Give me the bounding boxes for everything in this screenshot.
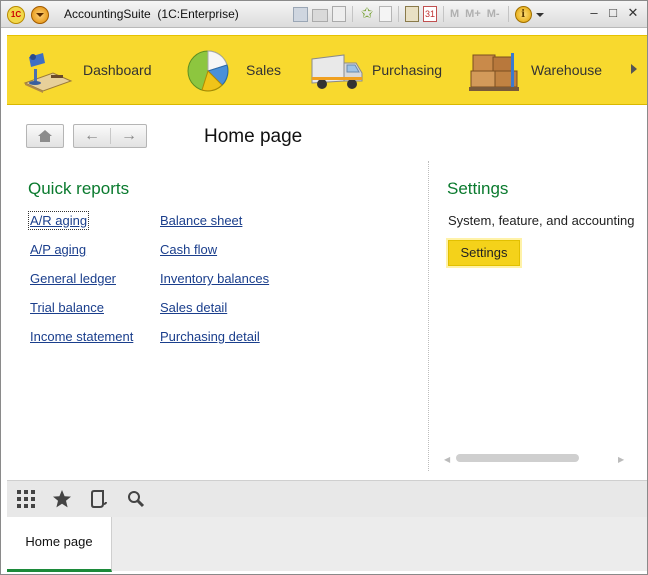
platform-name: (1C:Enterprise) xyxy=(157,7,239,21)
memory-m-minus-button[interactable]: M- xyxy=(487,6,500,22)
grid-menu-icon[interactable] xyxy=(16,489,36,509)
print-icon[interactable] xyxy=(312,9,328,22)
forward-arrow-icon[interactable]: → xyxy=(111,125,147,147)
window-title: AccountingSuite (1C:Enterprise) xyxy=(64,7,239,21)
section-sales[interactable]: Sales xyxy=(182,36,281,104)
panel-splitter[interactable] xyxy=(428,161,429,471)
settings-description: System, feature, and accounting xyxy=(448,213,635,228)
sales-pie-chart-icon xyxy=(182,47,238,93)
calendar-icon[interactable]: 31 xyxy=(423,6,437,22)
scroll-right-icon[interactable]: ▶ xyxy=(618,455,624,464)
open-windows-bar: Home page xyxy=(7,517,647,572)
memory-m-button[interactable]: M xyxy=(450,6,459,22)
main-menu-icon[interactable] xyxy=(31,6,49,24)
report-link[interactable]: Trial balance xyxy=(30,300,104,315)
minimize-button[interactable]: – xyxy=(586,5,602,21)
settings-title: Settings xyxy=(447,179,509,198)
home-icon xyxy=(38,130,52,142)
save-icon[interactable] xyxy=(293,6,308,22)
toolbar-separator xyxy=(352,6,353,22)
print-preview-icon[interactable] xyxy=(332,6,346,22)
toolbar-separator xyxy=(398,6,399,22)
favorites-star-icon[interactable]: ✩ xyxy=(359,6,375,22)
purchasing-truck-icon xyxy=(308,47,364,93)
report-link[interactable]: Balance sheet xyxy=(160,213,242,228)
maximize-button[interactable]: □ xyxy=(605,5,621,21)
section-purchasing[interactable]: Purchasing xyxy=(308,36,442,104)
report-link[interactable]: General ledger xyxy=(30,271,116,286)
report-link[interactable]: Inventory balances xyxy=(160,271,269,286)
report-link[interactable]: Purchasing detail xyxy=(160,329,260,344)
quick-reports-title: Quick reports xyxy=(28,179,130,198)
chevron-down-icon[interactable] xyxy=(535,6,544,22)
search-icon[interactable] xyxy=(126,489,146,509)
dashboard-icon xyxy=(19,47,75,93)
1c-logo-icon[interactable]: 1C xyxy=(7,6,25,24)
back-forward-group: ← → xyxy=(73,124,147,148)
title-toolbar: ✩ 31 M M+ M- i xyxy=(293,5,548,23)
home-button[interactable] xyxy=(26,124,64,148)
report-link[interactable]: A/R aging xyxy=(27,211,90,230)
app-name: AccountingSuite xyxy=(64,7,151,21)
warehouse-boxes-icon xyxy=(467,47,523,93)
toolbar-separator xyxy=(507,6,509,22)
report-link[interactable]: A/P aging xyxy=(30,242,86,257)
horizontal-scrollbar[interactable] xyxy=(456,454,579,462)
memory-m-plus-button[interactable]: M+ xyxy=(465,6,481,22)
section-label: Purchasing xyxy=(372,62,443,78)
page-title: Home page xyxy=(204,126,303,147)
open-window-tab-home[interactable]: Home page xyxy=(7,517,112,572)
section-label: Sales xyxy=(246,62,282,78)
section-label: Warehouse xyxy=(531,62,603,78)
scroll-left-icon[interactable]: ◀ xyxy=(444,455,450,464)
sections-panel: Dashboard Sales Purchasing Warehouse xyxy=(7,35,647,105)
title-bar: 1C AccountingSuite (1C:Enterprise) ✩ 31 … xyxy=(1,1,647,28)
toolbar-separator xyxy=(443,6,444,22)
app-window: 1C AccountingSuite (1C:Enterprise) ✩ 31 … xyxy=(0,0,648,575)
document-icon[interactable] xyxy=(379,6,392,22)
report-link[interactable]: Income statement xyxy=(30,329,133,344)
history-icon[interactable] xyxy=(89,489,109,509)
report-link[interactable]: Cash flow xyxy=(160,242,217,257)
settings-button[interactable]: Settings xyxy=(448,240,520,266)
bottom-toolbar xyxy=(7,480,647,518)
favorites-star-icon[interactable] xyxy=(52,489,72,509)
back-arrow-icon[interactable]: ← xyxy=(74,125,110,147)
chevron-right-icon[interactable] xyxy=(631,64,637,74)
report-link[interactable]: Sales detail xyxy=(160,300,227,315)
section-dashboard[interactable]: Dashboard xyxy=(19,36,152,104)
section-warehouse[interactable]: Warehouse xyxy=(467,36,602,104)
close-button[interactable]: ✕ xyxy=(625,5,641,21)
section-label: Dashboard xyxy=(83,62,152,78)
info-icon[interactable]: i xyxy=(514,5,532,23)
calculator-icon[interactable] xyxy=(405,6,419,22)
